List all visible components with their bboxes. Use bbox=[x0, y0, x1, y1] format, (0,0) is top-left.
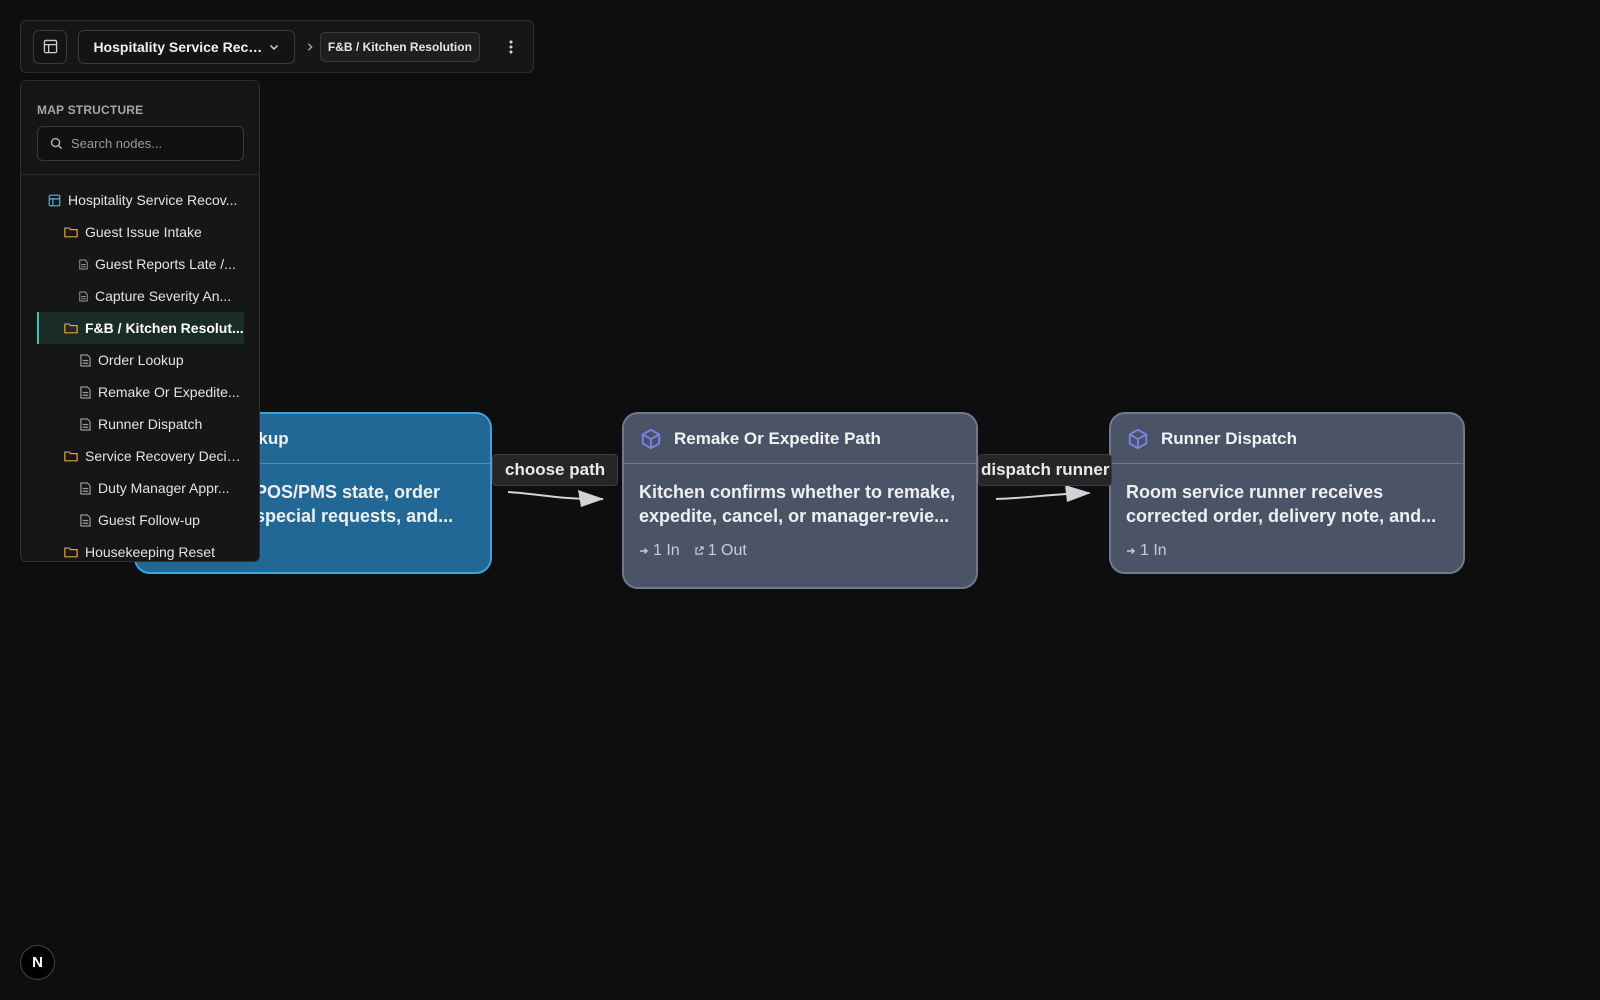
inbound-count: 1 In bbox=[639, 542, 680, 560]
edge-label-choose-path[interactable]: choose path bbox=[492, 454, 619, 486]
tree-item-housekeeping-reset[interactable]: Housekeeping Reset bbox=[37, 536, 244, 561]
node-description: Room service runner receives bbox=[1126, 482, 1384, 502]
tree-item-guest-follow-up[interactable]: Guest Follow-up bbox=[37, 504, 244, 536]
node-tree: Hospitality Service Recov... Guest Issue… bbox=[37, 184, 244, 561]
node-description: POS/PMS state, order bbox=[255, 482, 441, 502]
edge-arrowhead bbox=[1065, 485, 1091, 502]
tree-item-fb-kitchen-resolution[interactable]: F&B / Kitchen Resolut... bbox=[37, 312, 244, 344]
tree-item-duty-manager-approval[interactable]: Duty Manager Appr... bbox=[37, 472, 244, 504]
document-icon bbox=[79, 291, 88, 302]
more-vertical-icon bbox=[509, 40, 513, 53]
tree-item-remake-or-expedite[interactable]: Remake Or Expedite... bbox=[37, 376, 244, 408]
edge-arrowhead bbox=[578, 490, 604, 507]
outbound-count: 1 Out bbox=[694, 542, 747, 560]
breadcrumb-current[interactable]: F&B / Kitchen Resolution bbox=[319, 31, 480, 62]
chevron-right-icon bbox=[308, 42, 314, 51]
dev-tools-badge[interactable]: N bbox=[20, 945, 55, 980]
node-description: Kitchen confirms whether to remake, bbox=[639, 482, 956, 502]
arrow-right-icon bbox=[1127, 548, 1135, 554]
folder-icon bbox=[64, 322, 78, 334]
tree-item-guest-issue-intake[interactable]: Guest Issue Intake bbox=[37, 216, 244, 248]
cube-icon bbox=[1128, 428, 1148, 449]
document-icon bbox=[80, 353, 91, 367]
edge-label-dispatch-runner[interactable]: dispatch runner bbox=[978, 454, 1113, 486]
tree-item-capture-severity[interactable]: Capture Severity An... bbox=[37, 280, 244, 312]
tree-item-guest-reports-late[interactable]: Guest Reports Late /... bbox=[37, 248, 244, 280]
search-input[interactable] bbox=[71, 136, 231, 151]
chevron-down-icon bbox=[270, 44, 279, 50]
inbound-count: 1 In bbox=[1126, 542, 1167, 560]
tree-item-map-root[interactable]: Hospitality Service Recov... bbox=[37, 184, 244, 216]
document-icon bbox=[80, 481, 91, 495]
search-icon bbox=[50, 137, 63, 150]
arrow-right-icon bbox=[640, 548, 648, 554]
document-icon bbox=[80, 513, 91, 527]
search-box[interactable] bbox=[37, 126, 244, 161]
cube-icon bbox=[641, 428, 661, 449]
node-description: special requests, and... bbox=[255, 506, 454, 526]
node-title: Remake Or Expedite Path bbox=[674, 428, 881, 448]
top-toolbar: Hospitality Service Reco... F&B / Kitche… bbox=[20, 20, 534, 73]
folder-icon bbox=[64, 546, 78, 558]
node-runner-dispatch[interactable]: Runner Dispatch Room service runner rece… bbox=[1109, 412, 1465, 574]
divider bbox=[21, 174, 259, 175]
tree-item-service-recovery-decision[interactable]: Service Recovery Decis... bbox=[37, 440, 244, 472]
more-options-button[interactable] bbox=[502, 32, 521, 62]
layout-icon bbox=[48, 194, 61, 207]
node-title: Runner Dispatch bbox=[1161, 428, 1298, 448]
tree-item-runner-dispatch[interactable]: Runner Dispatch bbox=[37, 408, 244, 440]
layout-panel-icon bbox=[43, 39, 57, 54]
document-icon bbox=[80, 417, 91, 431]
node-description: expedite, cancel, or manager-revie... bbox=[639, 506, 950, 526]
node-description: corrected order, delivery note, and... bbox=[1126, 506, 1437, 526]
map-selector[interactable]: Hospitality Service Reco... bbox=[78, 29, 296, 64]
external-link-icon bbox=[695, 546, 704, 555]
edge-dispatch-runner bbox=[995, 492, 1090, 500]
tree-item-order-lookup[interactable]: Order Lookup bbox=[37, 344, 244, 376]
document-icon bbox=[80, 385, 91, 399]
document-icon bbox=[79, 259, 88, 270]
folder-icon bbox=[64, 226, 78, 238]
edge-choose-path bbox=[507, 491, 604, 501]
node-remake-or-expedite[interactable]: Remake Or Expedite Path Kitchen confirms… bbox=[622, 412, 978, 589]
panel-heading: MAP STRUCTURE bbox=[37, 103, 144, 117]
map-structure-panel: MAP STRUCTURE Hospitality Service Recov.… bbox=[20, 80, 260, 562]
folder-icon bbox=[64, 450, 78, 462]
map-selector-label: Hospitality Service Reco... bbox=[93, 38, 264, 55]
toggle-sidebar-button[interactable] bbox=[33, 29, 68, 64]
